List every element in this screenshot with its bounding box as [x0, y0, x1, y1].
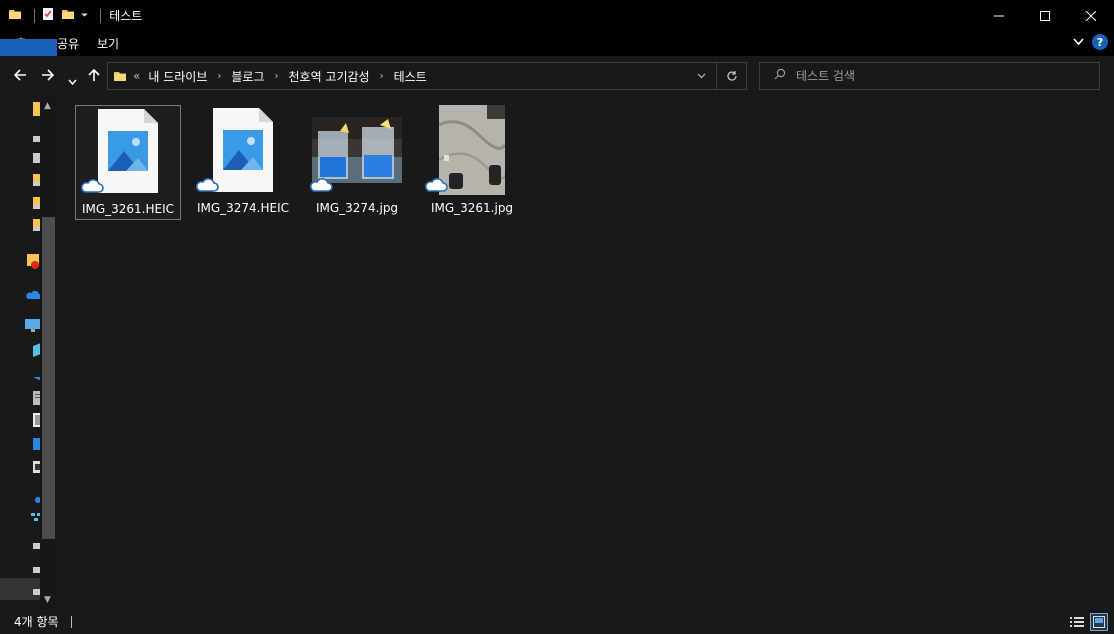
refresh-icon[interactable]: [716, 63, 746, 89]
scroll-down-arrow-icon[interactable]: ▼: [44, 595, 51, 605]
recent-locations-chevron-icon[interactable]: [68, 71, 77, 90]
help-icon[interactable]: ?: [1092, 34, 1108, 50]
cloud-sync-icon: [81, 179, 104, 193]
status-bar: 4개 항목: [0, 609, 1114, 634]
close-button[interactable]: [1068, 0, 1114, 31]
creative-cloud-icon[interactable]: [27, 254, 41, 269]
details-view-icon[interactable]: [1068, 613, 1086, 631]
file-list-view: IMG_3261.HEIC IMG_3274.HEIC IMG_3274.jpg…: [58, 97, 1114, 609]
image-file-icon: [98, 109, 158, 193]
photo-thumbnail-marble: [439, 105, 505, 195]
search-input[interactable]: [796, 69, 1086, 83]
file-item[interactable]: IMG_3274.jpg: [304, 105, 410, 220]
expand-ribbon-icon[interactable]: [1073, 35, 1084, 49]
file-item[interactable]: IMG_3261.jpg: [419, 105, 525, 220]
breadcrumb-my-drive[interactable]: 내 드라이브: [148, 68, 207, 85]
chevron-right-icon[interactable]: ›: [274, 71, 278, 82]
forward-arrow-icon[interactable]: [40, 67, 56, 87]
up-arrow-icon[interactable]: [86, 67, 102, 87]
properties-icon[interactable]: [41, 7, 55, 24]
minimize-button[interactable]: [976, 0, 1022, 31]
breadcrumb-cheonho[interactable]: 천호역 고기감성: [288, 68, 369, 85]
ribbon-right-controls: ?: [1073, 34, 1108, 50]
search-icon: [774, 68, 786, 84]
address-bar[interactable]: « 내 드라이브 › 블로그 › 천호역 고기감성 › 테스트: [107, 62, 747, 90]
title-bar: ⏷ 테스트: [0, 0, 1114, 31]
onedrive-cloud-icon[interactable]: [25, 289, 42, 303]
ribbon-tabs: 파일 홈 공유 보기 ?: [0, 31, 1114, 154]
file-item[interactable]: IMG_3274.HEIC: [190, 105, 296, 220]
cloud-sync-icon: [310, 178, 333, 192]
folder-icon: [113, 69, 127, 83]
photo-thumbnail-glasses: [312, 117, 402, 183]
search-box[interactable]: [759, 62, 1100, 90]
cloud-sync-icon: [196, 178, 219, 192]
large-icons-view-icon[interactable]: [1090, 613, 1108, 631]
maximize-button[interactable]: [1022, 0, 1068, 31]
image-file-icon: [213, 108, 273, 192]
toolbar-separator: [100, 8, 102, 23]
this-pc-icon[interactable]: [25, 319, 41, 333]
file-name: IMG_3274.jpg: [315, 201, 399, 215]
file-name: IMG_3261.jpg: [430, 201, 514, 215]
file-thumbnail: [307, 105, 407, 195]
chevron-right-icon[interactable]: ›: [380, 71, 384, 82]
tab-view[interactable]: 보기: [94, 31, 122, 56]
file-name: IMG_3274.HEIC: [196, 201, 290, 215]
file-name: IMG_3261.HEIC: [81, 202, 175, 216]
breadcrumb-overflow[interactable]: «: [133, 69, 140, 83]
chevron-right-icon[interactable]: ›: [217, 71, 221, 82]
item-count: 4개 항목: [14, 615, 59, 629]
scrollbar-thumb[interactable]: [42, 217, 55, 539]
file-thumbnail: [78, 106, 178, 196]
address-history-chevron-icon[interactable]: [686, 73, 716, 79]
toolbar-separator: [34, 8, 35, 23]
breadcrumb-blog[interactable]: 블로그: [231, 68, 264, 85]
window-title: 테스트: [109, 9, 143, 23]
file-thumbnail: [193, 105, 293, 195]
status-separator: [70, 615, 72, 628]
new-folder-icon[interactable]: [61, 7, 75, 24]
quick-access-toolbar: ⏷ 테스트: [0, 0, 142, 31]
file-item[interactable]: IMG_3261.HEIC: [75, 105, 181, 220]
customize-toolbar-icon[interactable]: ⏷: [81, 11, 88, 21]
view-toggle: [1068, 613, 1108, 631]
breadcrumb-test[interactable]: 테스트: [394, 68, 427, 85]
back-arrow-icon[interactable]: [12, 67, 28, 87]
file-thumbnail: [422, 105, 522, 195]
folder-icon: [8, 7, 22, 24]
cloud-sync-icon: [425, 178, 448, 192]
scroll-up-arrow-icon[interactable]: ▲: [44, 101, 51, 111]
nav-pane-scrollbar[interactable]: ▲ ▼: [40, 97, 57, 609]
address-bar-controls: [686, 63, 746, 89]
window-controls: [976, 0, 1114, 31]
